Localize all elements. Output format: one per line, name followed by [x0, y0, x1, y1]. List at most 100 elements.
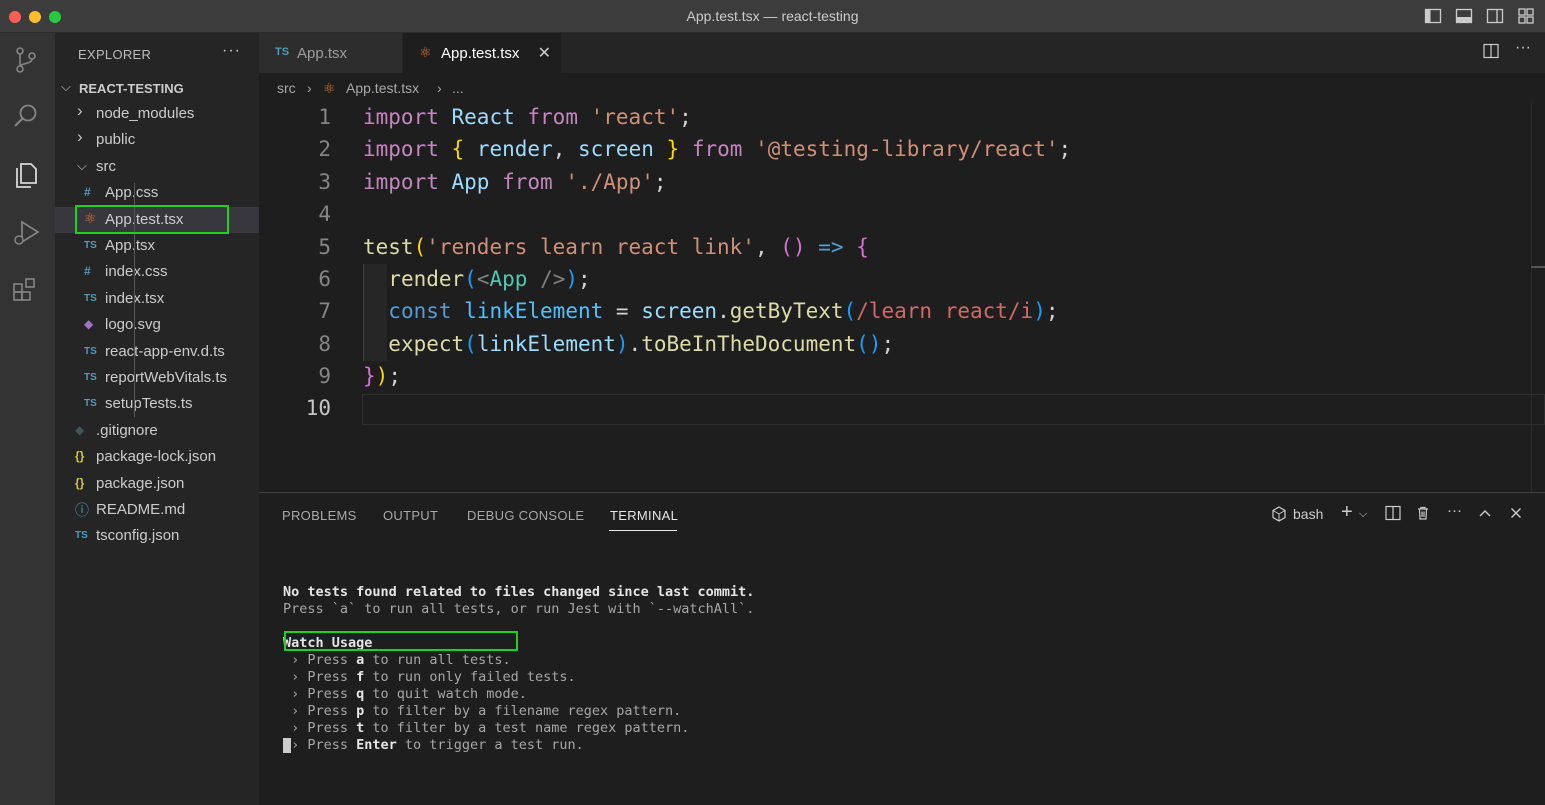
explorer-item-node-modules[interactable]: › node_modules [55, 101, 259, 127]
option-text: to run only failed tests. [364, 669, 576, 685]
split-editor-icon[interactable] [1483, 43, 1499, 64]
file-label: App.test.tsx [105, 210, 184, 228]
watch-usage-option: › Press f to run only failed tests. [283, 669, 576, 685]
toggle-panel-icon[interactable] [1455, 7, 1473, 25]
chevron-down-icon: ⌵ [77, 157, 87, 173]
tree-indent-guide [134, 183, 135, 417]
json-file-icon: {} [75, 449, 85, 464]
terminal-cursor [283, 738, 291, 753]
line-number: 5 [318, 235, 331, 259]
folder-label: node_modules [96, 105, 195, 122]
breadcrumb-separator: › [437, 80, 442, 96]
more-actions-icon[interactable]: ··· [1515, 39, 1531, 64]
terminal-heading: Watch Usage [283, 635, 373, 651]
file-label: README.md [96, 501, 186, 518]
split-terminal-icon[interactable] [1385, 505, 1401, 525]
explorer-title: EXPLORER [78, 47, 152, 62]
terminal-line: Press `a` to run all tests, or run Jest … [283, 601, 755, 617]
typescript-file-icon: TS [84, 240, 97, 251]
code-line-6: render(<App />); [388, 267, 591, 291]
tab-label: App.test.tsx [441, 45, 520, 62]
breadcrumb-file[interactable]: App.test.tsx [346, 80, 419, 96]
tab-output[interactable]: OUTPUT [383, 508, 438, 523]
breadcrumb-src[interactable]: src [277, 80, 296, 96]
toggle-primary-sidebar-icon[interactable] [1424, 7, 1442, 25]
active-tab-indicator [609, 530, 677, 531]
explorer-item-reportwebvitals-ts[interactable]: TS reportWebVitals.ts [55, 365, 259, 391]
explorer-item-tsconfig-json[interactable]: TS tsconfig.json [55, 523, 259, 549]
explorer-item-index-css[interactable]: # index.css [55, 259, 259, 285]
close-icon[interactable]: ✕ [538, 43, 551, 63]
explorer-item-public[interactable]: › public [55, 127, 259, 153]
breadcrumb-symbols[interactable]: ... [452, 80, 464, 96]
code-line-8: expect(linkElement).toBeInTheDocument(); [388, 332, 895, 356]
explorer-item-gitignore[interactable]: ◆ .gitignore [55, 418, 259, 444]
chevron-down-icon[interactable]: ⌵ [1359, 508, 1367, 521]
chevron-right-icon: › [77, 101, 83, 120]
file-label: logo.svg [105, 316, 161, 334]
new-terminal-icon[interactable]: + [1341, 501, 1353, 524]
bottom-panel: PROBLEMS OUTPUT DEBUG CONSOLE TERMINAL b… [259, 492, 1545, 805]
explorer-item-setuptests-ts[interactable]: TS setupTests.ts [55, 391, 259, 417]
explorer-more-icon[interactable]: ··· [222, 42, 241, 60]
explorer-item-app-css[interactable]: # App.css [55, 180, 259, 206]
option-prefix: › Press [283, 720, 357, 736]
search-icon[interactable] [10, 101, 42, 133]
trash-icon[interactable] [1415, 505, 1431, 525]
close-panel-icon[interactable] [1508, 505, 1524, 525]
maximize-panel-icon[interactable] [1477, 505, 1493, 525]
explorer-item-package-lock-json[interactable]: {} package-lock.json [55, 444, 259, 470]
code-line-1: import React from 'react'; [363, 105, 692, 129]
editor-scrollbar[interactable] [1531, 103, 1545, 493]
run-debug-icon[interactable] [10, 216, 42, 248]
option-text: to filter by a filename regex pattern. [364, 703, 682, 719]
terminal-output[interactable]: No tests found related to files changed … [283, 567, 754, 754]
react-file-icon: ⚛ [84, 209, 97, 226]
typescript-file-icon: TS [75, 530, 88, 542]
explorer-item-package-json[interactable]: {} package.json [55, 471, 259, 497]
line-number: 7 [318, 299, 331, 323]
option-prefix: › Press [283, 686, 357, 702]
explorer-root-folder[interactable]: ⌵ REACT-TESTING [55, 75, 259, 101]
file-label: tsconfig.json [96, 527, 180, 545]
tab-debug-console[interactable]: DEBUG CONSOLE [467, 508, 584, 523]
folder-label: src [96, 157, 116, 175]
file-label: .gitignore [96, 421, 158, 439]
code-line-2: import { render, screen } from '@testing… [363, 137, 1072, 161]
explorer-item-logo-svg[interactable]: ◆ logo.svg [55, 312, 259, 338]
code-editor[interactable]: 1 2 3 4 5 6 7 8 9 10 import React from 'react'; i… [259, 103, 1545, 493]
tab-terminal[interactable]: TERMINAL [610, 508, 678, 523]
source-control-icon[interactable] [10, 44, 42, 76]
explorer-icon[interactable] [10, 159, 42, 191]
typescript-file-icon: TS [275, 46, 290, 58]
breadcrumb-separator: › [307, 80, 312, 96]
tab-app-test-tsx[interactable]: ⚛ App.test.tsx ✕ [403, 33, 561, 73]
folder-label: public [96, 131, 136, 149]
extensions-icon[interactable] [10, 274, 42, 306]
explorer-item-src[interactable]: ⌵ src [55, 154, 259, 180]
typescript-file-icon: TS [84, 398, 97, 410]
react-file-icon: ⚛ [323, 80, 336, 96]
file-label: package-lock.json [96, 448, 217, 466]
explorer-item-react-app-env-d-ts[interactable]: TS react-app-env.d.ts [55, 339, 259, 365]
terminal-shell-name[interactable]: bash [1293, 506, 1323, 522]
option-prefix: › Press [283, 652, 357, 668]
option-text: to trigger a test run. [396, 737, 584, 753]
code-line-7: const linkElement = screen.getByText(/le… [388, 299, 1059, 323]
tab-problems[interactable]: PROBLEMS [282, 508, 357, 523]
customize-layout-icon[interactable] [1517, 7, 1535, 25]
explorer-item-app-tsx[interactable]: TS App.tsx [55, 233, 259, 259]
explorer-item-app-test-tsx[interactable]: ⚛ App.test.tsx [55, 206, 259, 233]
terminal-profile-icon [1271, 506, 1287, 526]
explorer-item-index-tsx[interactable]: TSindex.tsx [55, 286, 259, 312]
toggle-secondary-sidebar-icon[interactable] [1486, 7, 1504, 25]
option-prefix: › Press [283, 703, 357, 719]
watch-usage-option: › Press q to quit watch mode. [283, 686, 527, 702]
chevron-down-icon: ⌵ [61, 79, 71, 94]
option-text: to run all tests. [364, 652, 511, 668]
explorer-item-readme-md[interactable]: ⓘ README.md [55, 497, 259, 523]
layout-controls [1424, 7, 1535, 25]
more-actions-icon[interactable]: ··· [1447, 502, 1462, 519]
watch-usage-option: › Press p to filter by a filename regex … [283, 703, 681, 719]
tab-app-tsx[interactable]: TS App.tsx [259, 33, 402, 73]
